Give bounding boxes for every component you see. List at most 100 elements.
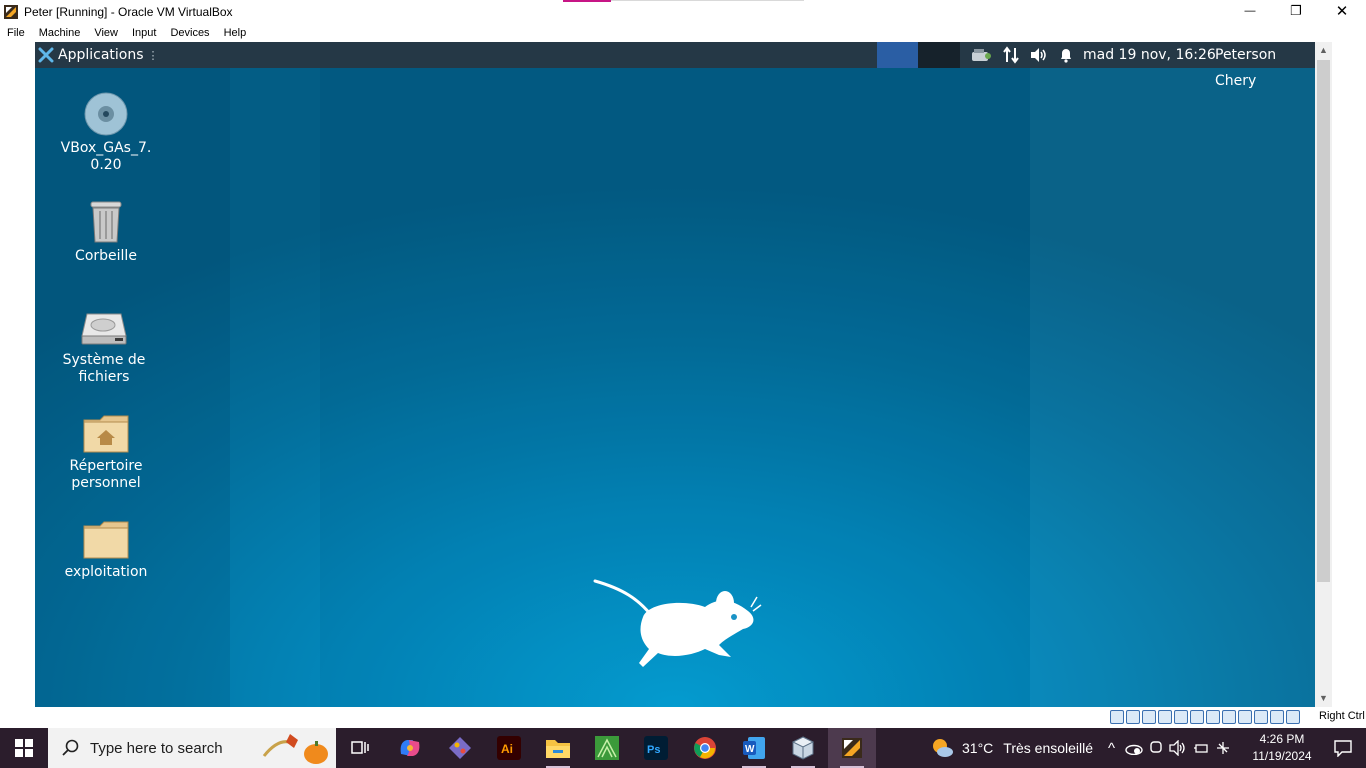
- host-key-status-icon[interactable]: [1286, 710, 1300, 724]
- taskbar-word[interactable]: W: [730, 728, 778, 768]
- weather-sun-cloud-icon: [933, 739, 953, 757]
- xfce-tray: [970, 42, 1074, 68]
- notification-bell-icon[interactable]: [1058, 47, 1074, 63]
- taskbar-weather-widget[interactable]: 31°C Très ensoleillé: [930, 728, 1093, 768]
- applications-label: Applications: [58, 47, 144, 63]
- guest-vertical-scrollbar[interactable]: ▲ ▼: [1315, 42, 1332, 707]
- network-icon[interactable]: [1002, 46, 1020, 64]
- tray-chevron-up-icon[interactable]: ^: [1108, 740, 1115, 757]
- menu-help[interactable]: Help: [217, 27, 254, 39]
- svg-text:Ai: Ai: [501, 742, 513, 756]
- recording-status-icon[interactable]: [1222, 710, 1236, 724]
- display-status-icon[interactable]: [1206, 710, 1220, 724]
- vbox-status-icons: [1110, 710, 1300, 724]
- disc-icon: [84, 92, 128, 136]
- taskbar-illustrator[interactable]: Ai: [485, 728, 533, 768]
- applications-menu-button[interactable]: Applications ⋮: [35, 42, 159, 68]
- hard-disk-status-icon[interactable]: [1110, 710, 1124, 724]
- panel-username[interactable]: Peterson Chery: [1215, 42, 1315, 89]
- virtualbox-vm-icon: [842, 738, 862, 758]
- virtualbox-cube-icon: [791, 736, 815, 760]
- drive-icon: [81, 313, 127, 345]
- windows-logo-icon: [15, 739, 33, 757]
- panel-separator-icon: ⋮: [147, 49, 159, 62]
- menu-input[interactable]: Input: [125, 27, 163, 39]
- action-center-button[interactable]: [1320, 728, 1366, 768]
- desktop-icon-label: Répertoire: [69, 458, 143, 474]
- weather-condition: Très ensoleillé: [1003, 740, 1094, 756]
- task-view-icon: [351, 741, 369, 754]
- desktop-icon-exploitation[interactable]: exploitation: [51, 520, 161, 581]
- xfce-mouse-logo: [593, 579, 762, 667]
- copilot-icon: [400, 740, 420, 756]
- scroll-down-icon[interactable]: ▼: [1315, 690, 1332, 706]
- title-accent-line: [611, 0, 804, 1]
- title-accent-bar: [563, 0, 611, 2]
- minimize-button[interactable]: —: [1227, 0, 1273, 22]
- restore-icon: ❐: [1290, 3, 1302, 18]
- power-plug-icon[interactable]: [1193, 740, 1209, 756]
- xfce-logo-icon: [38, 47, 54, 63]
- guest-desktop[interactable]: VBox_GAs_7. 0.20 Corbeille Système de fi…: [35, 42, 1315, 707]
- taskbar-task-view[interactable]: [336, 728, 384, 768]
- workspace-1[interactable]: [877, 42, 918, 68]
- desktop-icon-home[interactable]: Répertoire personnel: [51, 414, 161, 492]
- green-app-icon: [595, 736, 619, 760]
- menu-view[interactable]: View: [87, 27, 125, 39]
- desktop-icon-filesystem[interactable]: Système de fichiers: [49, 308, 159, 386]
- taskbar-copilot[interactable]: [386, 728, 434, 768]
- taskbar-clock[interactable]: 4:26 PM 11/19/2024: [1244, 731, 1320, 765]
- scroll-up-icon[interactable]: ▲: [1315, 42, 1332, 58]
- desktop-icon-label: VBox_GAs_7.: [60, 140, 152, 156]
- windows-taskbar: Type here to search Ai Ps W 31°C Très en…: [0, 728, 1366, 768]
- optical-drive-status-icon[interactable]: [1126, 710, 1140, 724]
- maximize-button[interactable]: ❐: [1273, 0, 1319, 22]
- taskbar-search-box[interactable]: Type here to search: [48, 728, 336, 768]
- vt-status-icon[interactable]: [1238, 710, 1252, 724]
- taskbar-chrome[interactable]: [681, 728, 729, 768]
- volume-icon[interactable]: [1030, 47, 1048, 63]
- svg-text:W: W: [745, 744, 755, 755]
- keyboard-status-icon[interactable]: [1270, 710, 1284, 724]
- photoshop-icon: Ps: [644, 736, 668, 760]
- vbox-status-bar: Right Ctrl: [0, 707, 1366, 728]
- workspace-2[interactable]: [918, 42, 960, 68]
- input-method-icon[interactable]: [1215, 740, 1231, 756]
- taskbar-vm-peter[interactable]: [828, 728, 876, 768]
- close-button[interactable]: ✕: [1319, 0, 1365, 22]
- desktop-icon-label: personnel: [71, 475, 141, 491]
- taskbar-git[interactable]: [436, 728, 484, 768]
- taskbar-virtualbox-manager[interactable]: [779, 728, 827, 768]
- minimize-icon: —: [1244, 5, 1256, 17]
- scrollbar-thumb[interactable]: [1317, 60, 1330, 582]
- taskbar-photoshop[interactable]: Ps: [632, 728, 680, 768]
- menu-machine[interactable]: Machine: [32, 27, 88, 39]
- usb-device-icon[interactable]: [970, 47, 992, 63]
- desktop-icon-trash[interactable]: Corbeille: [51, 200, 161, 265]
- shared-folders-status-icon[interactable]: [1190, 710, 1204, 724]
- menu-file[interactable]: File: [0, 27, 32, 39]
- system-tray: ^: [1108, 728, 1231, 768]
- notification-icon: [1334, 740, 1352, 757]
- audio-status-icon[interactable]: [1142, 710, 1156, 724]
- usb-status-icon[interactable]: [1174, 710, 1188, 724]
- weather-temperature: 31°C: [962, 740, 994, 756]
- menu-devices[interactable]: Devices: [163, 27, 216, 39]
- panel-clock[interactable]: mad 19 nov, 16:26: [1083, 42, 1216, 68]
- meet-now-icon[interactable]: [1149, 740, 1163, 756]
- taskbar-green-app[interactable]: [583, 728, 631, 768]
- virtualbox-app-icon: [4, 5, 18, 19]
- taskbar-time: 4:26 PM: [1259, 732, 1305, 746]
- host-key-label: Right Ctrl: [1319, 710, 1365, 722]
- trash-icon: [90, 201, 122, 243]
- taskbar-file-explorer[interactable]: [534, 728, 582, 768]
- onedrive-icon[interactable]: [1125, 741, 1143, 755]
- desktop-icon-label: Corbeille: [75, 248, 137, 264]
- network-status-icon[interactable]: [1158, 710, 1172, 724]
- speaker-icon[interactable]: [1169, 740, 1187, 756]
- desktop-icon-vbox-gas[interactable]: VBox_GAs_7. 0.20: [51, 92, 161, 174]
- mouse-integration-status-icon[interactable]: [1254, 710, 1268, 724]
- desktop-icon-label: 0.20: [90, 157, 122, 173]
- home-folder-icon: [83, 415, 129, 453]
- start-button[interactable]: [0, 728, 48, 768]
